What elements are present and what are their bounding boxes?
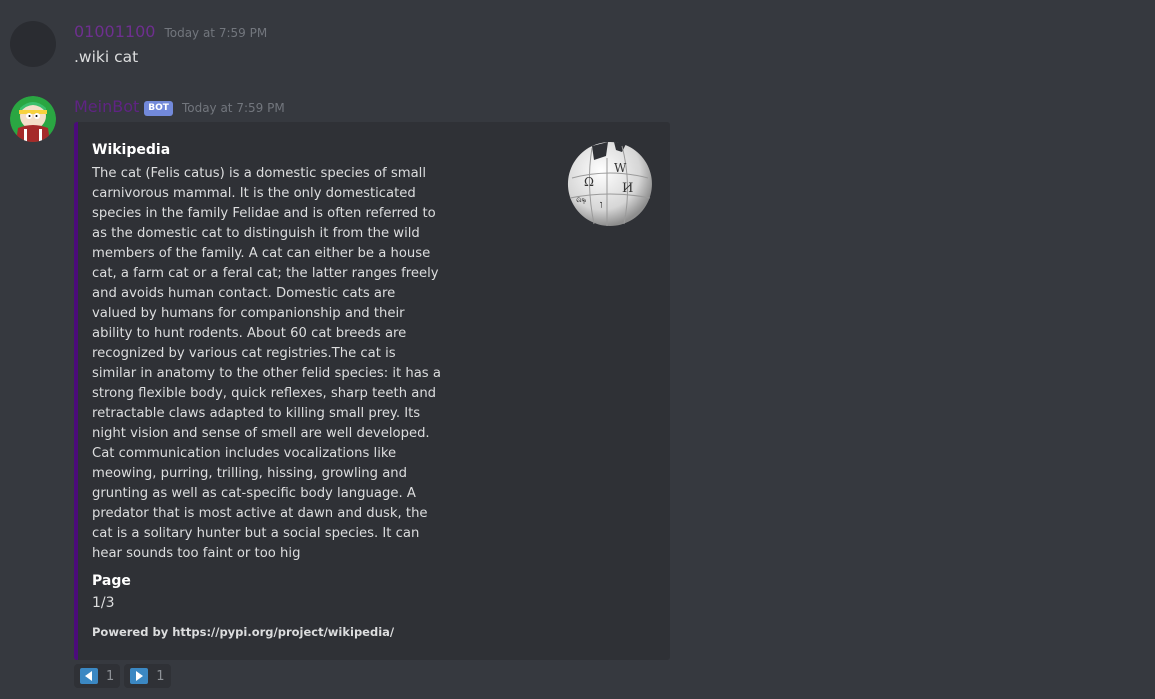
svg-text:W: W xyxy=(614,161,627,175)
reaction-arrow-right[interactable]: 1 xyxy=(124,664,171,688)
reaction-count: 1 xyxy=(156,668,165,684)
message-header: 01001100 Today at 7:59 PM xyxy=(74,22,267,41)
wikipedia-globe-icon[interactable]: Ω W И ו ஷ xyxy=(562,138,658,228)
svg-text:Ω: Ω xyxy=(584,175,594,189)
bot-avatar[interactable] xyxy=(10,96,56,142)
embed-field-name: Page xyxy=(92,573,131,589)
arrow-left-icon xyxy=(80,668,98,684)
svg-text:ו: ו xyxy=(600,198,603,211)
arrow-right-icon xyxy=(130,668,149,684)
username[interactable]: 01001100 xyxy=(74,22,155,41)
wikipedia-embed: Wikipedia The cat (Felis catus) is a dom… xyxy=(74,122,670,660)
svg-text:ஷ: ஷ xyxy=(576,195,586,205)
svg-text:И: И xyxy=(622,181,633,196)
timestamp: Today at 7:59 PM xyxy=(181,101,285,115)
embed-author: Wikipedia xyxy=(92,142,171,158)
message-content: .wiki cat xyxy=(74,48,139,66)
embed-description: The cat (Felis catus) is a domestic spec… xyxy=(92,166,441,561)
message-header: MeinBot BOT Today at 7:59 PM xyxy=(74,97,285,118)
message-user: 01001100 Today at 7:59 PM .wiki cat xyxy=(0,0,1155,80)
timestamp: Today at 7:59 PM xyxy=(164,26,268,40)
reactions-bar: 1 1 xyxy=(74,664,171,688)
embed-field-value: 1/3 xyxy=(92,595,115,611)
user-avatar[interactable] xyxy=(10,21,56,67)
bot-username[interactable]: MeinBot xyxy=(74,97,139,116)
embed-footer: Powered by https://pypi.org/project/wiki… xyxy=(92,625,395,639)
bot-tag: BOT xyxy=(144,101,173,116)
reaction-count: 1 xyxy=(106,668,115,684)
cartman-avatar-icon xyxy=(10,96,56,142)
reaction-arrow-left[interactable]: 1 xyxy=(74,664,121,688)
